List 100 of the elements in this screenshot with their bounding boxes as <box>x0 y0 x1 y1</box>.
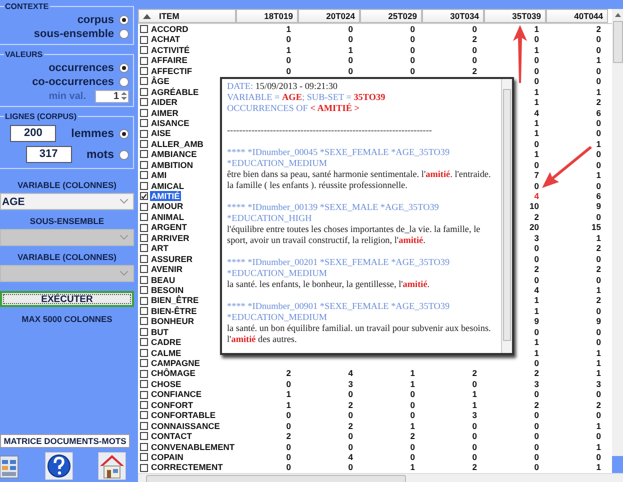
row-checkbox[interactable] <box>140 160 148 169</box>
row-checkbox[interactable] <box>140 254 148 263</box>
row-checkbox[interactable] <box>140 286 148 294</box>
row-checkbox[interactable] <box>140 36 148 44</box>
radio-button[interactable] <box>119 29 129 39</box>
item-cell[interactable]: CONTACT <box>150 431 193 442</box>
row-checkbox[interactable] <box>140 338 148 346</box>
column-header[interactable]: ITEM <box>138 9 236 23</box>
row-checkbox[interactable] <box>140 400 148 409</box>
item-cell[interactable]: ART <box>150 243 170 254</box>
item-cell[interactable]: CONFORT <box>150 400 194 410</box>
row-checkbox[interactable] <box>140 307 148 316</box>
row-checkbox[interactable] <box>140 56 148 65</box>
item-cell[interactable]: ARRIVER <box>150 232 190 244</box>
row-checkbox[interactable] <box>140 453 148 462</box>
row-checkbox[interactable] <box>140 390 148 399</box>
item-cell[interactable]: ASSURER <box>150 254 194 264</box>
item-cell[interactable]: ANIMAL <box>150 212 186 222</box>
column-header[interactable]: 20T024 <box>298 9 360 23</box>
item-cell[interactable]: ÂGE <box>150 76 170 87</box>
row-checkbox[interactable] <box>140 171 148 180</box>
row-checkbox[interactable] <box>140 213 148 222</box>
radio-button[interactable] <box>119 63 129 73</box>
item-cell[interactable]: AGRÉABLE <box>150 86 200 98</box>
column-header[interactable]: 40T044 <box>546 9 608 23</box>
item-cell[interactable]: CAMPAGNE <box>150 358 201 368</box>
item-cell[interactable]: ARGENT <box>150 222 188 233</box>
row-checkbox[interactable] <box>140 202 148 211</box>
item-cell[interactable]: AISANCE <box>150 118 190 128</box>
row-checkbox[interactable] <box>140 182 148 190</box>
item-cell[interactable]: ACCORD <box>150 24 190 34</box>
item-cell[interactable]: BIEN_ÊTRE <box>150 295 200 306</box>
horizontal-scrollbar[interactable] <box>138 472 623 482</box>
row-checkbox[interactable] <box>140 140 148 148</box>
item-cell[interactable]: BUT <box>150 326 170 338</box>
row-checkbox[interactable] <box>140 88 148 96</box>
item-cell[interactable]: AFFECTIF <box>150 66 194 76</box>
column-header[interactable]: 35T039 <box>484 9 546 23</box>
radio-button[interactable] <box>119 150 129 160</box>
row-checkbox[interactable] <box>140 359 148 368</box>
item-cell[interactable]: CADRE <box>150 337 182 348</box>
row-checkbox[interactable] <box>140 328 148 336</box>
count-field[interactable]: 317 <box>26 146 72 163</box>
row-checkbox[interactable] <box>140 108 148 117</box>
row-checkbox[interactable] <box>140 411 148 420</box>
item-cell[interactable]: BESOIN <box>150 284 185 296</box>
row-checkbox[interactable] <box>140 150 148 158</box>
item-cell[interactable]: AMBITION <box>150 160 194 170</box>
row-checkbox[interactable] <box>140 119 148 128</box>
column-header[interactable]: 18T019 <box>236 9 298 23</box>
item-cell[interactable]: CONNAISSANCE <box>150 420 221 432</box>
item-cell[interactable]: AIDER <box>150 97 178 108</box>
item-cell[interactable]: AMI <box>150 170 168 181</box>
column-header[interactable]: 30T034 <box>422 9 484 23</box>
matrix-button[interactable]: MATRICE DOCUMENTS-MOTS <box>0 434 130 448</box>
row-checkbox[interactable] <box>140 244 148 252</box>
row-checkbox[interactable] <box>140 130 148 138</box>
row-checkbox[interactable] <box>140 432 148 440</box>
item-cell[interactable]: CONFORTABLE <box>150 410 217 421</box>
dropdown[interactable]: AGE <box>0 193 134 210</box>
spinner-arrows-icon[interactable] <box>121 90 127 102</box>
row-checkbox[interactable] <box>140 25 148 34</box>
scroll-thumb[interactable] <box>146 474 406 482</box>
row-checkbox[interactable] <box>140 224 148 232</box>
count-field[interactable]: 200 <box>10 125 56 142</box>
column-header[interactable]: 25T029 <box>360 9 422 23</box>
item-cell[interactable]: AMOUR <box>150 201 184 212</box>
item-cell[interactable]: AMICAL <box>150 180 186 192</box>
row-checkbox[interactable] <box>140 77 148 86</box>
row-checkbox[interactable] <box>140 276 148 284</box>
chevron-down-icon[interactable] <box>120 199 128 204</box>
item-cell[interactable]: BONHEUR <box>150 316 195 327</box>
row-checkbox[interactable] <box>140 234 148 242</box>
item-cell[interactable]: AISE <box>150 128 172 139</box>
item-cell[interactable]: CORRECTEMENT <box>150 462 224 473</box>
item-cell[interactable]: CHÔMAGE <box>150 368 196 379</box>
scroll-up-icon[interactable] <box>614 13 620 17</box>
item-cell[interactable]: AVENIR <box>150 264 184 275</box>
home-icon[interactable] <box>98 452 126 480</box>
item-cell[interactable]: CONFIANCE <box>150 389 203 400</box>
help-icon[interactable] <box>45 452 73 480</box>
radio-button[interactable] <box>119 77 129 87</box>
item-cell[interactable]: CHOSE <box>150 378 182 390</box>
item-cell[interactable]: AMITIÉ <box>150 191 181 202</box>
row-checkbox[interactable] <box>140 370 148 378</box>
item-cell[interactable]: AFFAIRE <box>150 55 188 66</box>
item-cell[interactable]: AIMER <box>150 108 180 118</box>
row-checkbox[interactable] <box>140 317 148 326</box>
item-cell[interactable]: ACTIVITÉ <box>150 44 191 56</box>
row-checkbox[interactable] <box>140 265 148 274</box>
row-checkbox[interactable] <box>140 98 148 106</box>
item-cell[interactable]: BIEN-ÊTRE <box>150 306 198 316</box>
item-cell[interactable]: AMBIANCE <box>150 149 198 160</box>
run-button[interactable]: EXÉCUTER <box>0 291 134 307</box>
min-value-spinner[interactable]: 1 <box>95 90 129 102</box>
row-checkbox[interactable] <box>140 46 148 54</box>
row-checkbox[interactable] <box>140 66 148 75</box>
radio-button[interactable] <box>119 15 129 25</box>
vertical-scrollbar[interactable] <box>612 9 623 456</box>
row-checkbox[interactable] <box>140 422 148 430</box>
